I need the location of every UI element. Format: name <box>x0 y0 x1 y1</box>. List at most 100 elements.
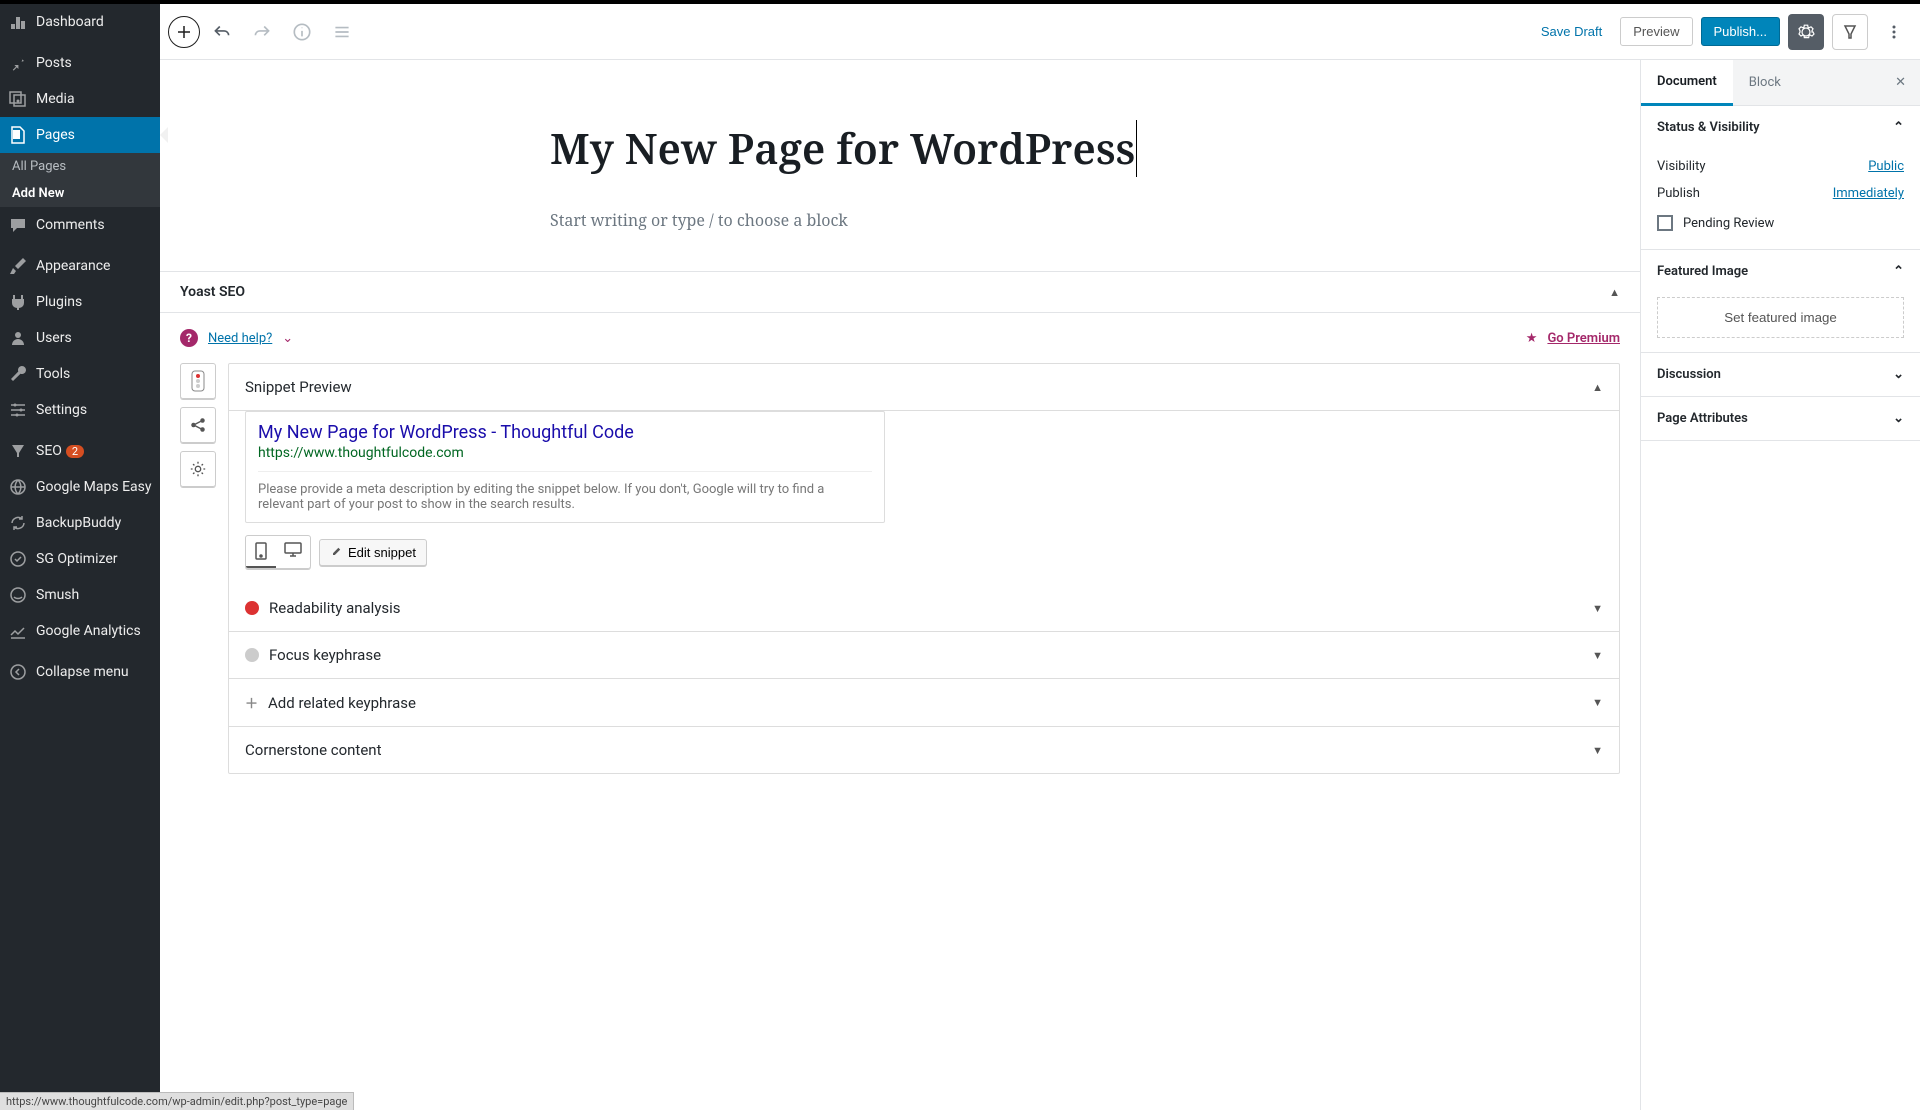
sidebar-label: SG Optimizer <box>36 551 117 567</box>
close-panel-button[interactable]: ✕ <box>1881 65 1920 100</box>
preview-button[interactable]: Preview <box>1620 17 1692 46</box>
sidebar-label: Dashboard <box>36 14 104 30</box>
chart-icon <box>8 621 28 641</box>
editor-topbar: Save Draft Preview Publish... <box>160 4 1920 60</box>
publish-label: Publish <box>1657 186 1700 201</box>
sidebar-sub-add-new[interactable]: Add New <box>0 180 160 207</box>
yoast-metabox-toggle[interactable]: Yoast SEO ▲ <box>160 272 1640 312</box>
settings-toggle-button[interactable] <box>1788 14 1824 50</box>
sidebar-item-pages[interactable]: Pages <box>0 117 160 153</box>
globe-icon <box>8 477 28 497</box>
pending-review-checkbox[interactable] <box>1657 215 1673 231</box>
visibility-value-link[interactable]: Public <box>1868 159 1904 174</box>
media-icon <box>8 89 28 109</box>
sidebar-item-posts[interactable]: Posts <box>0 45 160 81</box>
dashboard-icon <box>8 12 28 32</box>
yoast-toggle-button[interactable] <box>1832 14 1868 50</box>
sidebar-label: Posts <box>36 55 72 71</box>
yoast-tab-share[interactable] <box>180 407 216 443</box>
sidebar-submenu-pages: All Pages Add New <box>0 153 160 207</box>
sidebar-item-analytics[interactable]: Google Analytics <box>0 613 160 649</box>
cornerstone-section[interactable]: Cornerstone content ▼ <box>229 727 1619 773</box>
need-help-link[interactable]: Need help? <box>208 331 272 346</box>
page-title-input[interactable]: My New Page for WordPress <box>550 120 1137 177</box>
yoast-metabox: Yoast SEO ▲ ? Need help? ⌄ ★ <box>160 271 1640 790</box>
brush-icon <box>8 256 28 276</box>
plus-icon: ＋ <box>245 693 258 712</box>
sidebar-label: BackupBuddy <box>36 515 121 531</box>
sidebar-item-backupbuddy[interactable]: BackupBuddy <box>0 505 160 541</box>
sidebar-item-dashboard[interactable]: Dashboard <box>0 4 160 40</box>
snippet-preview-header[interactable]: Snippet Preview ▲ <box>229 364 1619 411</box>
visibility-label: Visibility <box>1657 159 1706 174</box>
snippet-title: My New Page for WordPress - Thoughtful C… <box>258 422 872 443</box>
tab-block[interactable]: Block <box>1733 61 1797 104</box>
sidebar-item-settings[interactable]: Settings <box>0 392 160 428</box>
status-visibility-toggle[interactable]: Status & Visibility ⌃ <box>1641 106 1920 149</box>
page-attributes-toggle[interactable]: Page Attributes ⌄ <box>1641 397 1920 440</box>
more-options-button[interactable] <box>1876 14 1912 50</box>
snippet-description: Please provide a meta description by edi… <box>258 471 872 512</box>
sidebar-item-googlemaps[interactable]: Google Maps Easy <box>0 469 160 505</box>
mobile-preview-toggle[interactable] <box>246 536 276 568</box>
sidebar-sub-all-pages[interactable]: All Pages <box>0 153 160 180</box>
redo-button[interactable] <box>244 14 280 50</box>
collapse-icon <box>8 662 28 682</box>
star-icon: ★ <box>1526 331 1538 346</box>
save-draft-button[interactable]: Save Draft <box>1531 18 1612 45</box>
admin-sidebar: Dashboard Posts Media Pages All Pages Ad… <box>0 4 160 1110</box>
caret-down-icon: ▼ <box>1592 649 1603 662</box>
plug-icon <box>8 292 28 312</box>
edit-snippet-button[interactable]: Edit snippet <box>319 539 427 566</box>
yoast-tab-settings[interactable] <box>180 451 216 487</box>
status-red-icon <box>245 601 259 615</box>
caret-down-icon: ▼ <box>1592 744 1603 757</box>
chevron-up-icon: ⌃ <box>1893 264 1904 279</box>
caret-up-icon: ▲ <box>1592 381 1603 394</box>
featured-image-toggle[interactable]: Featured Image ⌃ <box>1641 250 1920 293</box>
sidebar-label: Media <box>36 91 75 107</box>
sidebar-item-plugins[interactable]: Plugins <box>0 284 160 320</box>
add-related-label: Add related keyphrase <box>268 694 416 712</box>
go-premium-link[interactable]: Go Premium <box>1547 331 1620 346</box>
sidebar-item-sgoptimizer[interactable]: SG Optimizer <box>0 541 160 577</box>
info-button[interactable] <box>284 14 320 50</box>
sidebar-label: Appearance <box>36 258 110 274</box>
outline-button[interactable] <box>324 14 360 50</box>
sidebar-label: Tools <box>36 366 70 382</box>
comment-icon <box>8 215 28 235</box>
cornerstone-label: Cornerstone content <box>245 741 381 759</box>
user-icon <box>8 328 28 348</box>
set-featured-image-button[interactable]: Set featured image <box>1657 297 1904 338</box>
sidebar-item-seo[interactable]: SEO 2 <box>0 433 160 469</box>
caret-down-icon: ▼ <box>1592 696 1603 709</box>
sidebar-item-collapse[interactable]: Collapse menu <box>0 654 160 690</box>
readability-section[interactable]: Readability analysis ▼ <box>229 585 1619 632</box>
browser-status-bar: https://www.thoughtfulcode.com/wp-admin/… <box>0 1092 354 1110</box>
sidebar-label: Google Maps Easy <box>36 479 152 495</box>
add-block-button[interactable] <box>168 16 200 48</box>
sidebar-label: Comments <box>36 217 105 233</box>
block-placeholder[interactable]: Start writing or type / to choose a bloc… <box>550 209 1250 231</box>
caret-up-icon: ▲ <box>1609 286 1620 299</box>
publish-button[interactable]: Publish... <box>1701 17 1780 46</box>
undo-button[interactable] <box>204 14 240 50</box>
sidebar-item-users[interactable]: Users <box>0 320 160 356</box>
sidebar-item-appearance[interactable]: Appearance <box>0 248 160 284</box>
desktop-preview-toggle[interactable] <box>276 536 310 568</box>
sidebar-label: Users <box>36 330 72 346</box>
sliders-icon <box>8 400 28 420</box>
sidebar-item-comments[interactable]: Comments <box>0 207 160 243</box>
yoast-tab-traffic-light[interactable] <box>180 363 216 399</box>
focus-keyphrase-section[interactable]: Focus keyphrase ▼ <box>229 632 1619 679</box>
sidebar-item-media[interactable]: Media <box>0 81 160 117</box>
publish-value-link[interactable]: Immediately <box>1833 186 1904 201</box>
snippet-preview-label: Snippet Preview <box>245 378 352 396</box>
sidebar-item-smush[interactable]: Smush <box>0 577 160 613</box>
add-related-section[interactable]: ＋ Add related keyphrase ▼ <box>229 679 1619 727</box>
sidebar-item-tools[interactable]: Tools <box>0 356 160 392</box>
discussion-toggle[interactable]: Discussion ⌄ <box>1641 353 1920 396</box>
tab-document[interactable]: Document <box>1641 60 1733 106</box>
caret-down-icon: ▼ <box>1592 602 1603 615</box>
chevron-down-icon: ⌄ <box>282 331 293 346</box>
